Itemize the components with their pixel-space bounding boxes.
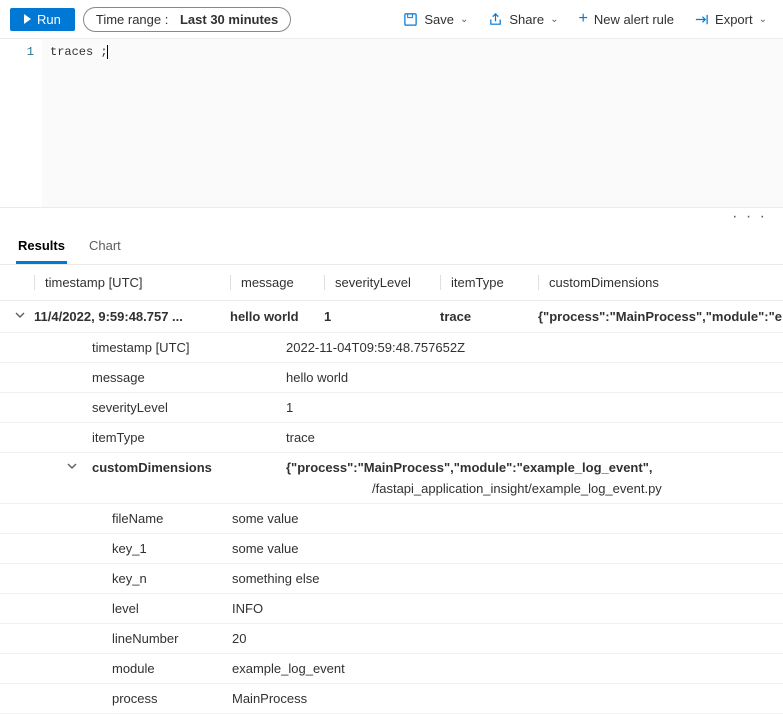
share-icon [488,12,503,27]
tab-results[interactable]: Results [16,228,67,264]
detail-label: severityLevel [92,400,286,415]
sub-label: key_1 [112,541,232,556]
detail-value: trace [286,430,769,445]
text-cursor [107,45,108,59]
chevron-down-icon: ⌄ [550,14,558,25]
cell-itemtype: trace [440,309,538,324]
chevron-down-icon [66,460,78,472]
result-tabs: Results Chart [0,228,783,265]
detail-value: {"process":"MainProcess","module":"examp… [286,460,769,496]
sub-label: level [112,601,232,616]
detail-value: hello world [286,370,769,385]
sub-process: process MainProcess [0,684,783,714]
detail-label: customDimensions [92,460,286,475]
export-button[interactable]: Export ⌄ [688,8,773,31]
sub-label: process [112,691,232,706]
chevron-down-icon [14,309,26,321]
sub-linenumber: lineNumber 20 [0,624,783,654]
share-button[interactable]: Share ⌄ [482,8,564,31]
run-label: Run [37,12,61,27]
sub-label: key_n [112,571,232,586]
col-timestamp[interactable]: timestamp [UTC] [34,275,230,290]
sub-value: MainProcess [232,691,769,706]
detail-value: 1 [286,400,769,415]
time-range-label: Time range : [96,12,169,27]
sub-filename: fileName some value [0,504,783,534]
detail-timestamp: timestamp [UTC] 2022-11-04T09:59:48.7576… [0,333,783,363]
sub-value: some value [232,511,769,526]
run-button[interactable]: Run [10,8,75,31]
code-text: traces ; [50,45,108,59]
col-severity[interactable]: severityLevel [324,275,440,290]
new-alert-button[interactable]: + New alert rule [572,6,680,32]
sub-module: module example_log_event [0,654,783,684]
detail-label: timestamp [UTC] [92,340,286,355]
detail-severity: severityLevel 1 [0,393,783,423]
export-label: Export [715,12,753,27]
tab-chart[interactable]: Chart [87,228,123,264]
new-alert-label: New alert rule [594,12,674,27]
sub-value: some value [232,541,769,556]
sub-value: example_log_event [232,661,769,676]
detail-message: message hello world [0,363,783,393]
plus-icon: + [578,10,587,28]
sub-value: INFO [232,601,769,616]
play-icon [24,14,31,24]
detail-itemtype: itemType trace [0,423,783,453]
toolbar: Run Time range : Last 30 minutes Save ⌄ … [0,0,783,39]
sub-value: 20 [232,631,769,646]
sub-label: module [112,661,232,676]
cell-message: hello world [230,309,324,324]
row-expand-toggle[interactable] [14,309,34,324]
custom-expand-toggle[interactable] [52,460,92,472]
time-range-value: Last 30 minutes [180,12,278,27]
grid-header: timestamp [UTC] message severityLevel it… [0,265,783,301]
sub-label: fileName [112,511,232,526]
chevron-down-icon: ⌄ [460,14,468,25]
sub-value: something else [232,571,769,586]
table-row[interactable]: 11/4/2022, 9:59:48.757 ... hello world 1… [0,301,783,333]
export-icon [694,12,709,27]
sub-key1: key_1 some value [0,534,783,564]
detail-value: 2022-11-04T09:59:48.757652Z [286,340,769,355]
col-custom[interactable]: customDimensions [538,275,769,290]
cell-custom: {"process":"MainProcess","module":"e [538,309,782,324]
sub-level: level INFO [0,594,783,624]
col-message[interactable]: message [230,275,324,290]
save-button[interactable]: Save ⌄ [397,8,474,31]
query-editor[interactable]: 1 traces ; [0,39,783,208]
cell-timestamp: 11/4/2022, 9:59:48.757 ... [34,309,230,324]
save-icon [403,12,418,27]
code-area[interactable]: traces ; [42,39,783,207]
time-range-selector[interactable]: Time range : Last 30 minutes [83,7,291,32]
cell-severity: 1 [324,309,440,324]
sub-label: lineNumber [112,631,232,646]
chevron-down-icon: ⌄ [759,14,767,25]
more-menu[interactable]: · · · [0,208,783,228]
detail-label: message [92,370,286,385]
detail-label: itemType [92,430,286,445]
save-label: Save [424,12,454,27]
col-itemtype[interactable]: itemType [440,275,538,290]
detail-custom[interactable]: customDimensions {"process":"MainProcess… [0,453,783,504]
sub-keyn: key_n something else [0,564,783,594]
share-label: Share [509,12,544,27]
line-number: 1 [0,39,42,207]
